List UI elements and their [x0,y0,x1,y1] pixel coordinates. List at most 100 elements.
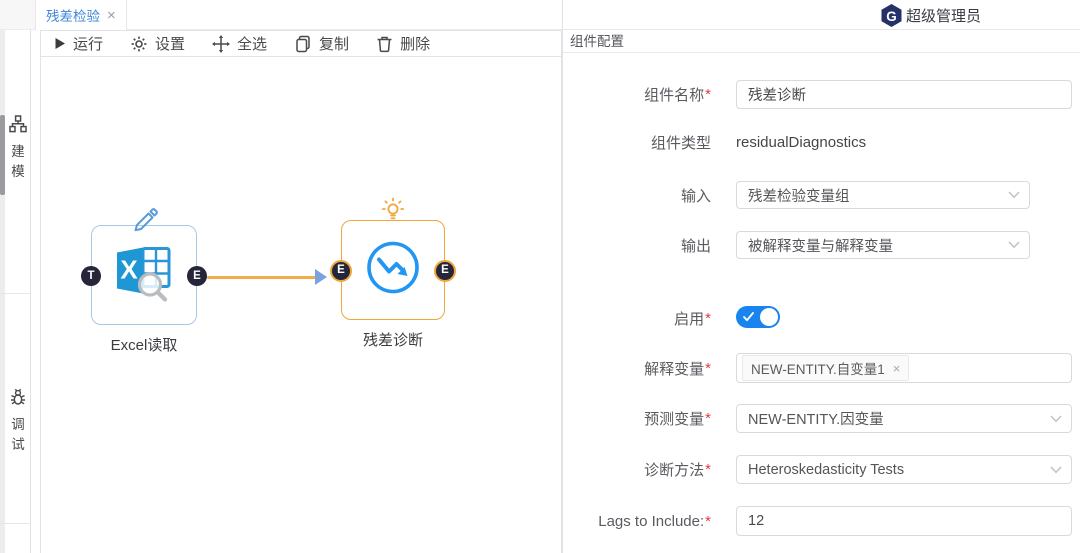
required-mark: * [705,461,711,478]
output-select[interactable]: 被解释变量与解释变量 [736,231,1030,259]
check-icon [743,312,754,322]
input-select-value: 残差检验变量组 [748,185,850,206]
tag-text: NEW-ENTITY.自变量1 [751,358,885,378]
node-residual-diagnosis[interactable]: E E 残差诊断 [341,220,445,320]
component-type-value: residualDiagnostics [736,130,866,154]
run-button[interactable]: 运行 [54,33,103,54]
field-label: 输入 [563,181,711,209]
required-mark: * [705,360,711,377]
svg-text:G: G [886,9,896,24]
field-row-lags: Lags to Include:* 12 [563,506,1080,536]
select-all-label: 全选 [237,33,267,54]
svg-text:X: X [120,255,138,285]
copy-icon [294,35,312,53]
gear-icon [130,35,148,53]
field-label: 组件名称* [563,80,711,109]
input-select[interactable]: 残差检验变量组 [736,181,1030,209]
panel-title-bar: 组件配置 [563,30,1080,53]
workflow-canvas[interactable]: X T E Excel读取 [41,57,561,553]
required-mark: * [705,513,711,530]
toggle-knob [760,308,778,326]
field-row-predicted-var: 预测变量* NEW-ENTITY.因变量 [563,404,1080,433]
run-label: 运行 [73,33,103,54]
component-name-input[interactable]: 残差诊断 [736,80,1072,109]
chevron-down-icon [1008,241,1020,249]
tab-title: 残差检验 [46,5,100,25]
field-label: 诊断方法* [563,455,711,484]
field-row-output: 输出 被解释变量与解释变量 [563,231,1080,259]
canvas-toolbar: 运行 设置 全选 [41,31,561,57]
field-label: 启用* [563,306,711,330]
required-mark: * [705,86,711,103]
required-mark: * [705,410,711,427]
left-sidebar: 建模 调试 [0,30,31,553]
sitemap-icon [9,115,27,133]
required-mark: * [705,310,711,327]
node-excel-read[interactable]: X T E Excel读取 [91,225,197,325]
sidebar-item-label: 调试 [10,415,26,454]
copy-button[interactable]: 复制 [294,33,349,54]
field-row-input: 输入 残差检验变量组 [563,181,1080,209]
sidebar-item-debug[interactable]: 调试 [5,388,31,454]
field-row-diagnostic-method: 诊断方法* Heteroskedasticity Tests [563,455,1080,484]
field-label: Lags to Include:* [563,506,711,536]
sidebar-scroll-track[interactable] [0,30,5,553]
enabled-toggle[interactable] [736,306,780,328]
node-label: Excel读取 [111,334,178,355]
sidebar-item-modeling[interactable]: 建模 [5,115,31,181]
play-icon [54,37,66,50]
delete-label: 删除 [400,33,430,54]
pencil-icon[interactable] [129,202,159,237]
bulb-icon [380,197,406,228]
settings-label: 设置 [155,33,185,54]
port-t-input[interactable]: T [81,266,101,286]
diagnostic-method-value: Heteroskedasticity Tests [748,462,904,478]
chevron-down-icon [1008,191,1020,199]
trash-icon [376,35,393,53]
port-e-output[interactable]: E [187,266,207,286]
predicted-var-value: NEW-ENTITY.因变量 [748,408,884,429]
delete-button[interactable]: 删除 [376,33,430,54]
field-row-component-type: 组件类型 residualDiagnostics [563,130,1080,154]
diagnostic-method-select[interactable]: Heteroskedasticity Tests [736,455,1072,484]
tab-bar-empty [111,0,562,29]
field-row-enabled: 启用* [563,306,1080,330]
workflow-area: 运行 设置 全选 [40,30,562,553]
chevron-down-icon [1050,415,1062,423]
field-row-component-name: 组件名称* 残差诊断 [563,80,1080,109]
sidebar-divider [0,523,31,524]
tab-close-icon[interactable]: × [107,7,116,24]
move-icon [212,35,230,53]
field-label: 输出 [563,231,711,259]
lags-input[interactable]: 12 [736,506,1072,536]
predicted-var-select[interactable]: NEW-ENTITY.因变量 [736,404,1072,433]
bug-icon [9,388,27,406]
variable-tag: NEW-ENTITY.自变量1 × [742,355,909,381]
port-e-output[interactable]: E [434,260,456,282]
edge-arrowhead-icon [315,269,327,285]
chevron-down-icon [1050,466,1062,474]
explanatory-vars-input[interactable]: NEW-ENTITY.自变量1 × [736,353,1072,383]
user-name: 超级管理员 [906,5,981,26]
edge-excel-to-diagnosis[interactable] [207,276,319,279]
tab-bar: 残差检验 × [0,0,562,30]
port-e-input[interactable]: E [330,260,352,282]
tag-close-icon[interactable]: × [893,361,901,376]
user-bar: G 超级管理员 [563,0,1080,30]
tab-residual-test[interactable]: 残差检验 × [35,0,127,30]
node-label: 残差诊断 [363,329,423,350]
settings-button[interactable]: 设置 [130,33,185,54]
copy-label: 复制 [319,33,349,54]
sidebar-divider [0,293,31,294]
excel-icon: X [112,244,176,307]
field-label: 预测变量* [563,404,711,433]
user-menu[interactable]: G 超级管理员 [879,3,981,28]
field-label: 组件类型 [563,130,711,154]
panel-title: 组件配置 [563,30,1080,53]
field-row-explanatory-vars: 解释变量* NEW-ENTITY.自变量1 × [563,353,1080,383]
brand-logo-icon: G [879,3,904,28]
output-select-value: 被解释变量与解释变量 [748,235,893,256]
trend-down-icon [365,240,421,301]
select-all-button[interactable]: 全选 [212,33,267,54]
field-label: 解释变量* [563,353,711,383]
